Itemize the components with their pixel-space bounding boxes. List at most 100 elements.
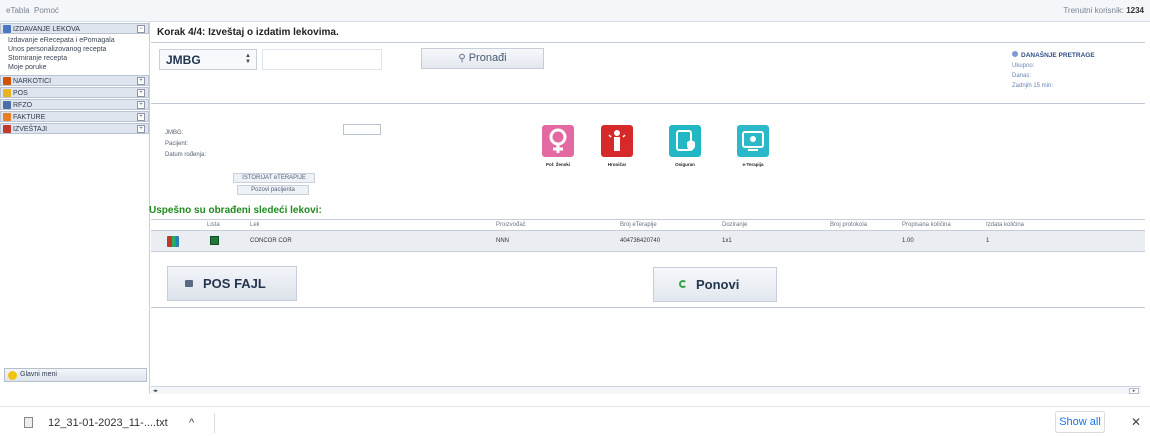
menu-etabla[interactable]: eTabla: [6, 6, 30, 15]
file-icon: [24, 417, 33, 428]
table-row[interactable]: CONCOR COR NNN 404736420740 1x1 1.00 1: [151, 231, 1145, 252]
medication-icon: [167, 236, 179, 247]
home-icon: [8, 371, 17, 380]
tile-chronic-label: Hroničar: [607, 162, 627, 167]
divider: [151, 307, 1145, 308]
divider: [151, 103, 1145, 104]
tile-etherapy-label: e-Terapija: [742, 162, 764, 167]
col-broj-eterapije: Broj eTerapije: [620, 222, 657, 228]
pos-icon: [3, 89, 11, 97]
cell-propisana: 1.00: [902, 238, 914, 244]
success-message: Uspešno su obrađeni sledeći lekovi:: [149, 205, 322, 216]
leaf-icon: [3, 77, 11, 85]
sidebar-item-personalizovani[interactable]: Unos personalizovanog recepta: [8, 45, 149, 54]
show-all-button[interactable]: Show all: [1055, 411, 1105, 433]
sidebar-item-erecepti[interactable]: Izdavanje eRecepata i ePomagala: [8, 36, 149, 45]
list-badge-icon: [210, 236, 219, 245]
col-lista: Lista: [207, 222, 220, 228]
patient-info: JMBG: Pacijent: Datum rođenja:: [165, 128, 206, 161]
scroll-right-icon[interactable]: ▸: [1129, 388, 1139, 394]
table-header: Lista Lek Proizvođač Broj eTerapije Dozi…: [151, 219, 1145, 231]
pharmacy-icon: [3, 25, 11, 33]
sidebar-section-label: IZDAVANJE LEKOVA: [13, 26, 80, 33]
chronic-patient-icon: [601, 125, 633, 157]
col-izdata: Izdata količina: [986, 222, 1025, 228]
dob-label: Datum rođenja:: [165, 152, 207, 158]
today-title: DANAŠNJE PRETRAGE: [1021, 52, 1095, 59]
expand-toggle[interactable]: +: [137, 89, 145, 97]
e-therapy-icon: [737, 125, 769, 157]
menu-pomoc[interactable]: Pomoć: [34, 6, 59, 15]
sidebar-section-fakture[interactable]: FAKTURE +: [0, 111, 149, 122]
today-today: Danas:: [1012, 73, 1032, 79]
insured-icon: [669, 125, 701, 157]
sidebar-item-storniranje[interactable]: Storniranje recepta: [8, 54, 149, 63]
cell-doziranje: 1x1: [722, 238, 732, 244]
cell-lek: CONCOR COR: [250, 238, 292, 244]
sidebar-section-label: IZVEŠTAJI: [13, 126, 48, 133]
expand-toggle[interactable]: +: [137, 125, 145, 133]
reports-icon: [3, 125, 11, 133]
refresh-icon: [679, 280, 687, 288]
tile-insured-label: Osiguran: [675, 162, 695, 167]
search-input[interactable]: [262, 49, 382, 70]
search-type-value: JMBG: [166, 53, 201, 67]
today-searches-panel: DANAŠNJE PRETRAGE Ukupno: Danas: Zadnjih…: [1012, 51, 1095, 91]
sidebar-item-poruke[interactable]: Moje poruke: [8, 63, 149, 72]
sidebar-section-label: RFZO: [13, 102, 33, 109]
main-panel: Korak 4/4: Izveštaj o izdatim lekovima. …: [149, 22, 1150, 394]
pos-file-button[interactable]: POS FAJL: [167, 266, 297, 301]
stats-icon: [1012, 51, 1018, 57]
tile-gender-label: Pol: Ženski: [545, 162, 570, 167]
sidebar-section-rfzo[interactable]: RFZO +: [0, 99, 149, 110]
sidebar-section-label: POS: [13, 90, 28, 97]
rfzo-icon: [3, 101, 11, 109]
col-doziranje: Doziranje: [722, 222, 748, 228]
col-propisana: Propisana količina: [902, 222, 951, 228]
spinner-arrows-icon: ▲ ▼: [245, 53, 251, 65]
today-total: Ukupno:: [1012, 63, 1035, 69]
sidebar: IZDAVANJE LEKOVA − Izdavanje eRecepata i…: [0, 22, 150, 394]
sidebar-section-izvestaji[interactable]: IZVEŠTAJI +: [0, 123, 149, 134]
cell-proizvodjac: NNN: [496, 238, 509, 244]
close-icon[interactable]: ✕: [1131, 415, 1141, 429]
download-filename[interactable]: 12_31-01-2023_11-....txt: [48, 417, 168, 429]
search-button[interactable]: ⚲ Pronađi: [421, 48, 544, 69]
repeat-button[interactable]: Ponovi: [653, 267, 777, 302]
call-patient-button[interactable]: Pozovi pacijenta: [237, 185, 309, 195]
chevron-up-icon[interactable]: ^: [189, 417, 194, 429]
horizontal-scrollbar[interactable]: ◂▸ ▸: [151, 386, 1141, 394]
sidebar-section-narkotici[interactable]: NARKOTICI +: [0, 75, 149, 86]
search-icon: ⚲: [458, 53, 466, 64]
expand-toggle[interactable]: +: [137, 77, 145, 85]
repeat-label: Ponovi: [696, 277, 740, 292]
today-last15: Zadnjih 15 min:: [1012, 83, 1054, 89]
sidebar-section-label: FAKTURE: [13, 114, 46, 121]
printer-icon: [185, 280, 193, 287]
cell-broj: 404736420740: [620, 238, 661, 244]
history-button[interactable]: ISTORIJAT eTERAPIJE: [233, 173, 315, 183]
current-user: Trenutni korisnik: 1234: [1063, 6, 1144, 15]
scroll-left-icon[interactable]: ◂▸: [153, 388, 163, 394]
jmbg-value-box: [343, 124, 381, 135]
menubar: eTabla Pomoć Trenutni korisnik: 1234: [0, 0, 1150, 22]
sidebar-section-izdavanje[interactable]: IZDAVANJE LEKOVA −: [0, 23, 149, 34]
col-proizvodjac: Proizvođač: [496, 222, 526, 228]
col-broj-protokola: Broj protokola: [830, 222, 868, 228]
expand-toggle[interactable]: +: [137, 113, 145, 121]
collapse-toggle[interactable]: −: [137, 25, 145, 33]
col-lek: Lek: [250, 222, 260, 228]
cell-izdata: 1: [986, 238, 990, 244]
pos-file-label: POS FAJL: [203, 276, 266, 291]
search-type-select[interactable]: JMBG ▲ ▼: [159, 49, 257, 70]
download-bar: 12_31-01-2023_11-....txt ^ Show all ✕: [0, 406, 1150, 437]
jmbg-label: JMBG:: [165, 130, 184, 136]
divider: [214, 413, 215, 433]
sidebar-section-label: NARKOTICI: [13, 78, 52, 85]
expand-toggle[interactable]: +: [137, 101, 145, 109]
search-button-label: Pronađi: [468, 52, 507, 64]
sidebar-section-pos[interactable]: POS +: [0, 87, 149, 98]
main-menu-button[interactable]: Glavni meni: [4, 368, 147, 382]
page-title: Korak 4/4: Izveštaj o izdatim lekovima.: [157, 27, 339, 38]
invoice-icon: [3, 113, 11, 121]
